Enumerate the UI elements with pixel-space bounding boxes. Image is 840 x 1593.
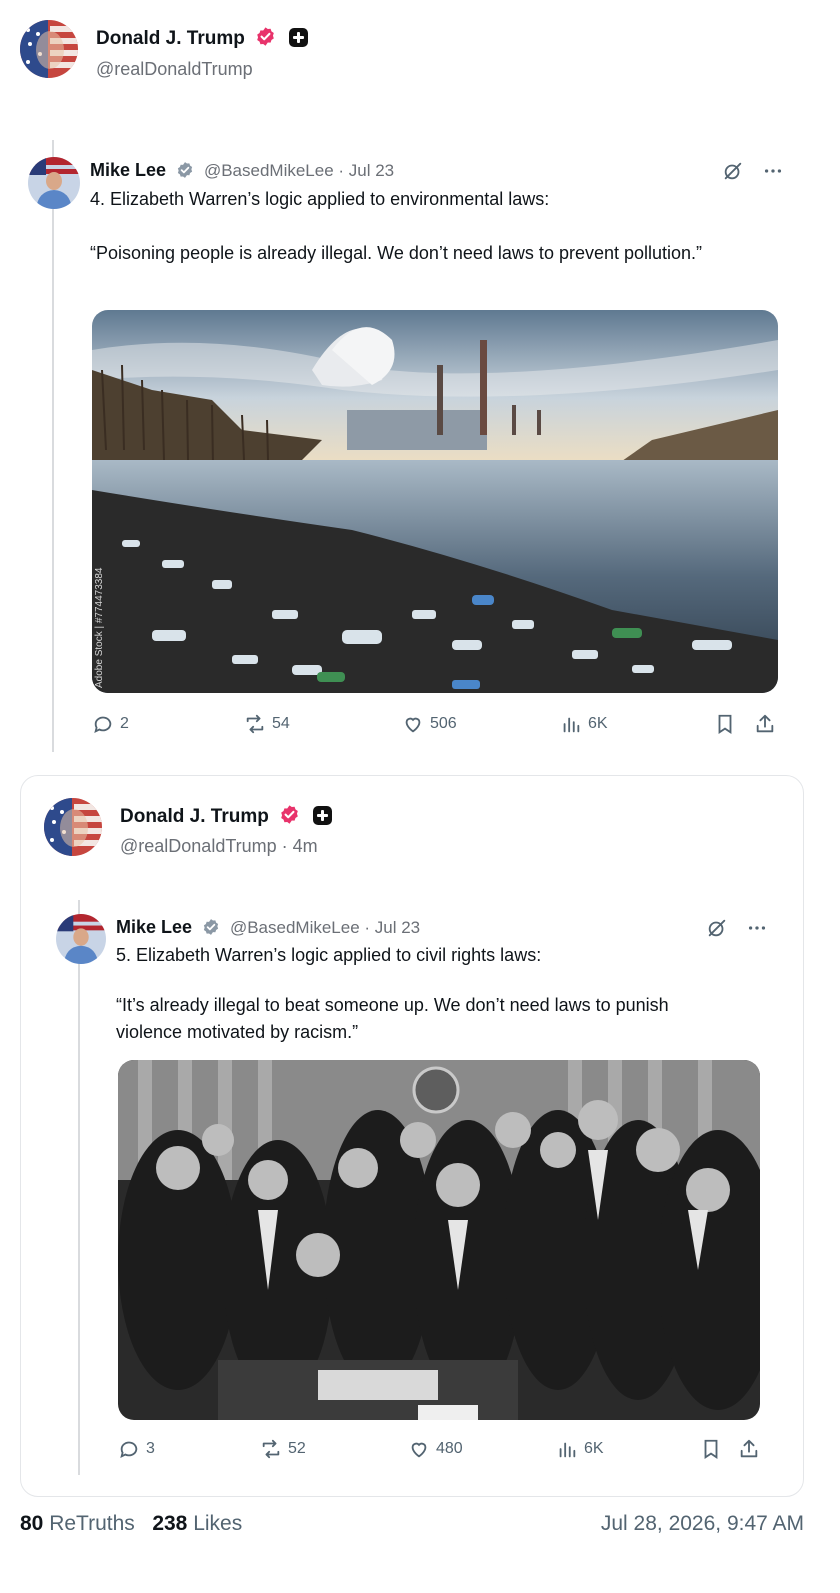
reply-button[interactable]: 3 bbox=[118, 1438, 155, 1460]
views-icon bbox=[563, 717, 580, 733]
quote1-author-name[interactable]: Mike Lee bbox=[90, 160, 166, 180]
views-icon bbox=[559, 1442, 576, 1458]
retruths-stat[interactable]: 80 ReTruths bbox=[20, 1512, 135, 1535]
trump-avatar[interactable] bbox=[44, 798, 102, 856]
retruth-count: 52 bbox=[288, 1440, 306, 1457]
like-button[interactable]: 506 bbox=[402, 713, 457, 735]
quote2-action-bar: 3 52 480 6K bbox=[118, 1438, 768, 1462]
quote-line bbox=[78, 900, 80, 1475]
like-button[interactable]: 480 bbox=[408, 1438, 463, 1460]
reply-count: 2 bbox=[120, 715, 129, 732]
verified-badge-icon bbox=[257, 27, 275, 46]
quote1-action-bar: 2 54 506 6K bbox=[92, 713, 782, 737]
plus-badge-icon bbox=[312, 806, 332, 825]
quote1-author-handle[interactable]: @BasedMikeLee · Jul 23 bbox=[204, 161, 394, 180]
quote2-author-name[interactable]: Mike Lee bbox=[116, 917, 192, 937]
mike-lee-avatar[interactable] bbox=[28, 157, 80, 209]
grok-icon[interactable] bbox=[706, 917, 728, 939]
share-icon bbox=[740, 1439, 758, 1458]
retruth-count: 54 bbox=[272, 715, 290, 732]
mike-lee-avatar[interactable] bbox=[56, 914, 106, 964]
like-count: 480 bbox=[436, 1440, 463, 1457]
quote2-line2: “It’s already illegal to beat someone up… bbox=[116, 995, 669, 1042]
post-author-handle[interactable]: @realDonaldTrump bbox=[96, 59, 253, 80]
trump-avatar[interactable] bbox=[20, 20, 78, 78]
retruth-icon bbox=[246, 714, 264, 734]
more-icon[interactable] bbox=[762, 160, 784, 182]
repost-author-name[interactable]: Donald J. Trump bbox=[120, 806, 269, 827]
verified-badge-icon bbox=[203, 919, 218, 935]
bookmark-button[interactable] bbox=[700, 1438, 722, 1460]
repost-author-handle[interactable]: @realDonaldTrump · 4m bbox=[120, 836, 318, 857]
comment-icon bbox=[120, 1441, 138, 1459]
verified-badge-icon bbox=[177, 162, 192, 178]
retruths-label: ReTruths bbox=[49, 1512, 135, 1535]
bookmark-icon bbox=[704, 1439, 718, 1459]
quote1-line1: 4. Elizabeth Warren’s logic applied to e… bbox=[90, 189, 550, 209]
views-count: 6K bbox=[584, 1440, 604, 1457]
likes-label: Likes bbox=[193, 1512, 243, 1535]
bookmark-button[interactable] bbox=[714, 713, 736, 735]
post-author-name[interactable]: Donald J. Trump bbox=[96, 28, 245, 49]
views-button[interactable]: 6K bbox=[560, 713, 608, 735]
pollution-photo[interactable]: Adobe Stock | #774473384 bbox=[92, 310, 778, 693]
heart-icon bbox=[411, 1442, 427, 1458]
grok-icon[interactable] bbox=[722, 160, 744, 182]
reply-count: 3 bbox=[146, 1440, 155, 1457]
retruth-button[interactable]: 54 bbox=[244, 713, 290, 735]
heart-icon bbox=[405, 717, 421, 733]
likes-count: 238 bbox=[152, 1512, 188, 1535]
bookmark-icon bbox=[718, 714, 732, 734]
more-icon[interactable] bbox=[746, 917, 768, 939]
quote1-line2: “Poisoning people is already illegal. We… bbox=[90, 243, 703, 263]
retruth-icon bbox=[262, 1439, 280, 1459]
civil-rights-signing-photo[interactable] bbox=[118, 1060, 760, 1420]
reply-button[interactable]: 2 bbox=[92, 713, 129, 735]
plus-badge-icon bbox=[288, 28, 308, 47]
share-button[interactable] bbox=[754, 713, 776, 735]
quote2-author-handle[interactable]: @BasedMikeLee · Jul 23 bbox=[230, 918, 420, 937]
media-watermark: Adobe Stock | #774473384 bbox=[94, 567, 105, 688]
like-count: 506 bbox=[430, 715, 457, 732]
share-icon bbox=[756, 714, 774, 733]
quote-line bbox=[52, 140, 54, 752]
views-button[interactable]: 6K bbox=[556, 1438, 604, 1460]
post-footer: 80 ReTruths 238 Likes Jul 28, 2026, 9:47… bbox=[20, 1512, 804, 1536]
verified-badge-icon bbox=[281, 805, 299, 824]
share-button[interactable] bbox=[738, 1438, 760, 1460]
retruths-count: 80 bbox=[20, 1512, 44, 1535]
comment-icon bbox=[94, 716, 112, 734]
post-timestamp[interactable]: Jul 28, 2026, 9:47 AM bbox=[601, 1512, 804, 1536]
quote2-line1: 5. Elizabeth Warren’s logic applied to c… bbox=[116, 945, 542, 965]
likes-stat[interactable]: 238 Likes bbox=[152, 1512, 242, 1535]
retruth-button[interactable]: 52 bbox=[260, 1438, 306, 1460]
views-count: 6K bbox=[588, 715, 608, 732]
